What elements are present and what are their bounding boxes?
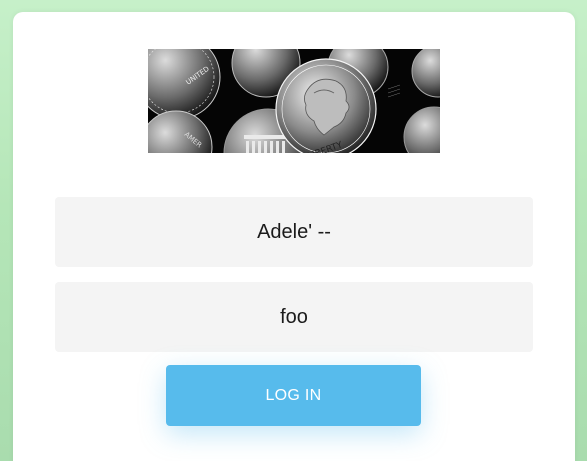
- username-field[interactable]: Adele' --: [55, 197, 533, 267]
- coins-banner-image: LIBERTY UNITED AMER: [148, 49, 440, 153]
- coins-illustration: LIBERTY UNITED AMER: [148, 49, 440, 153]
- login-button-label: LOG IN: [265, 386, 322, 404]
- login-card: LIBERTY UNITED AMER Adele' -- foo LOG IN: [13, 12, 575, 461]
- login-button[interactable]: LOG IN: [166, 365, 421, 426]
- username-value: Adele' --: [257, 220, 331, 243]
- password-field[interactable]: foo: [55, 282, 533, 352]
- password-value: foo: [280, 305, 308, 328]
